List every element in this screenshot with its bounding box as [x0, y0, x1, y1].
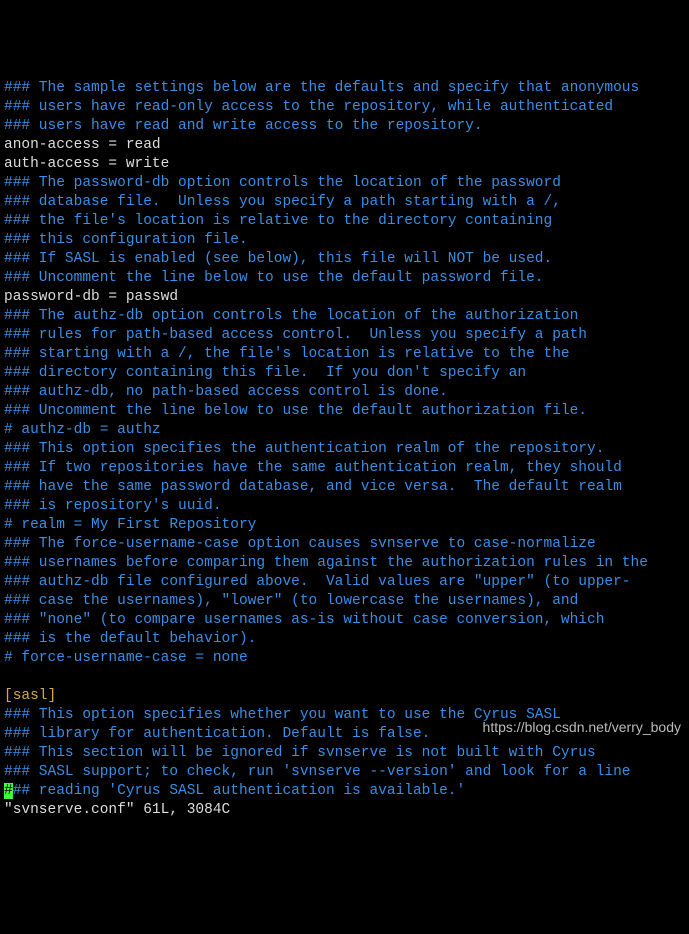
code-line: ### the file's location is relative to t…	[4, 213, 552, 229]
code-line: ### have the same password database, and…	[4, 479, 622, 495]
code-line: ### This option specifies the authentica…	[4, 441, 604, 457]
code-line: ### The sample settings below are the de…	[4, 80, 639, 96]
code-line: ### usernames before comparing them agai…	[4, 555, 648, 571]
code-line: ### "none" (to compare usernames as-is w…	[4, 612, 604, 628]
code-line: ### users have read and write access to …	[4, 118, 483, 134]
code-line: ### Uncomment the line below to use the …	[4, 403, 587, 419]
code-line: ### authz-db file configured above. Vali…	[4, 574, 631, 590]
code-line: ### library for authentication. Default …	[4, 726, 430, 742]
code-line: ### case the usernames), "lower" (to low…	[4, 593, 578, 609]
code-line: ### The force-username-case option cause…	[4, 536, 596, 552]
code-line: ### This section will be ignored if svns…	[4, 745, 596, 761]
code-line: ### The authz-db option controls the loc…	[4, 308, 578, 324]
code-line: ### directory containing this file. If y…	[4, 365, 526, 381]
code-line: # authz-db = authz	[4, 422, 161, 438]
code-line: ### rules for path-based access control.…	[4, 327, 587, 343]
code-line: ### starting with a /, the file's locati…	[4, 346, 570, 362]
code-line: ### authz-db, no path-based access contr…	[4, 384, 448, 400]
code-line: ### The password-db option controls the …	[4, 175, 561, 191]
status-line: "svnserve.conf" 61L, 3084C	[4, 802, 230, 818]
code-line: ### If SASL is enabled (see below), this…	[4, 251, 552, 267]
code-line: ### If two repositories have the same au…	[4, 460, 622, 476]
code-line: ### database file. Unless you specify a …	[4, 194, 561, 210]
cursor: #	[4, 783, 13, 799]
code-line: anon-access = read	[4, 137, 161, 153]
code-line: # realm = My First Repository	[4, 517, 256, 533]
code-line: password-db = passwd	[4, 289, 178, 305]
code-line: ### SASL support; to check, run 'svnserv…	[4, 764, 631, 780]
code-line: ### this configuration file.	[4, 232, 248, 248]
code-line: auth-access = write	[4, 156, 169, 172]
code-line: ## reading 'Cyrus SASL authentication is…	[13, 783, 465, 799]
code-line: ### is repository's uuid.	[4, 498, 222, 514]
code-line: ### is the default behavior).	[4, 631, 256, 647]
code-line: ### Uncomment the line below to use the …	[4, 270, 544, 286]
code-line: # force-username-case = none	[4, 650, 248, 666]
terminal-editor[interactable]: ### The sample settings below are the de…	[4, 79, 685, 820]
watermark: https://blog.csdn.net/verry_body	[483, 718, 681, 737]
code-line: ### users have read-only access to the r…	[4, 99, 613, 115]
code-line: ### This option specifies whether you wa…	[4, 707, 561, 723]
code-line: [sasl]	[4, 688, 56, 704]
